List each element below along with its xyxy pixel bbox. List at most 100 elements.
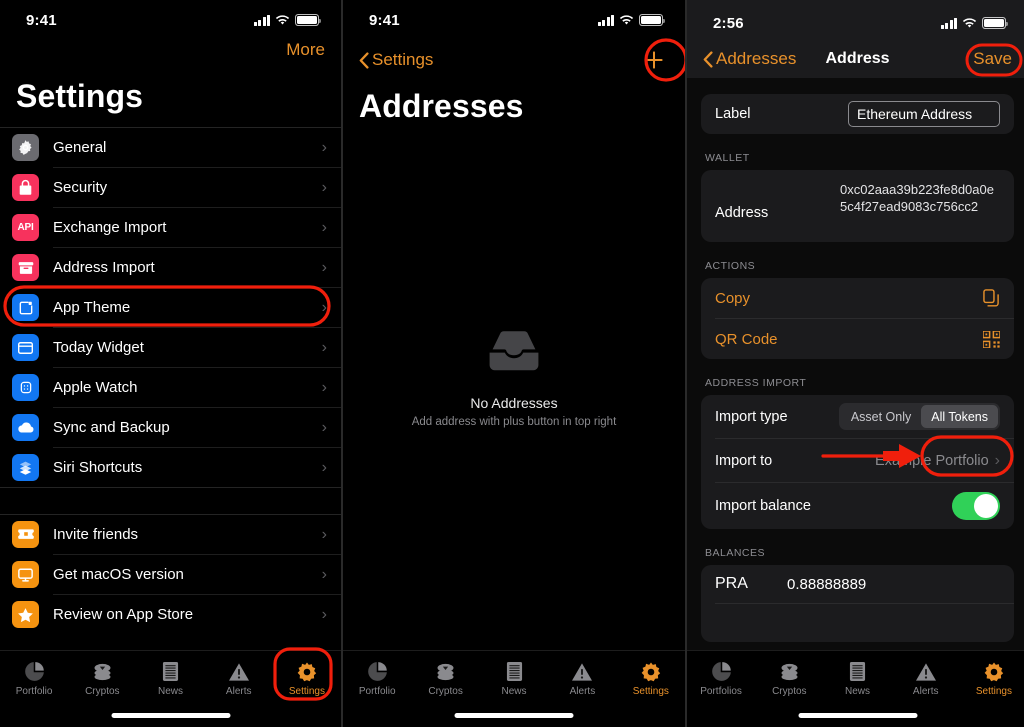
wifi-icon xyxy=(962,17,977,29)
ticket-icon xyxy=(12,521,39,548)
tab-portfolio[interactable]: Portfolio xyxy=(0,660,68,697)
sidebar-item-general[interactable]: General › xyxy=(0,128,341,167)
import-balance-row: Import balance xyxy=(701,483,1014,529)
sidebar-item-invite-friends[interactable]: Invite friends › xyxy=(0,515,341,554)
gear-icon xyxy=(12,134,39,161)
import-type-row: Import type Asset Only All Tokens xyxy=(701,395,1014,438)
tab-portfolios[interactable]: Portfolios xyxy=(687,660,755,697)
segment-asset-only[interactable]: Asset Only xyxy=(841,405,921,428)
import-balance-toggle[interactable] xyxy=(952,492,1000,520)
balances-section-header: BALANCES xyxy=(705,547,766,559)
warning-icon xyxy=(228,660,250,683)
add-address-button[interactable] xyxy=(641,47,667,73)
wallet-card: Address 0xc02aaa39b223fe8d0a0e5c4f27ead9… xyxy=(701,170,1014,242)
tab-settings[interactable]: Settings xyxy=(960,660,1024,697)
piechart-icon xyxy=(24,660,45,683)
desktop-icon xyxy=(12,561,39,588)
tray-icon xyxy=(487,330,541,377)
wifi-icon xyxy=(619,14,634,26)
copy-label: Copy xyxy=(715,289,751,307)
tab-news[interactable]: News xyxy=(480,660,548,697)
sidebar-item-address-import[interactable]: Address Import › xyxy=(0,248,341,287)
phone-screen-address-detail: 2:56 Addresses Address Save Label Ethere… xyxy=(687,0,1024,727)
group-gap xyxy=(0,488,341,514)
label-input[interactable]: Ethereum Address xyxy=(848,101,1000,127)
tab-label: Alerts xyxy=(569,686,596,697)
gear-icon xyxy=(983,660,1005,683)
qrcode-label: QR Code xyxy=(715,330,778,348)
more-button[interactable]: More xyxy=(286,40,325,60)
actions-card: Copy QR Code xyxy=(701,278,1014,359)
qrcode-action-row[interactable]: QR Code xyxy=(701,319,1014,359)
chevron-right-icon: › xyxy=(994,451,1000,469)
coins-icon xyxy=(779,660,800,683)
tab-cryptos[interactable]: Cryptos xyxy=(68,660,136,697)
save-button[interactable]: Save xyxy=(973,49,1012,69)
sidebar-item-siri-shortcuts[interactable]: Siri Shortcuts › xyxy=(0,448,341,487)
chevron-right-icon: › xyxy=(321,565,327,583)
sidebar-item-exchange-import[interactable]: API Exchange Import › xyxy=(0,208,341,247)
title-area: Addresses xyxy=(343,78,685,125)
sidebar-item-security[interactable]: Security › xyxy=(0,168,341,207)
chevron-right-icon: › xyxy=(321,178,327,196)
tab-bar: Portfolio Cryptos News Alerts Settings xyxy=(343,650,685,727)
balance-amount: 0.88888889 xyxy=(787,575,867,593)
home-indicator xyxy=(454,713,574,718)
tab-alerts[interactable]: Alerts xyxy=(205,660,273,697)
tab-label: Portfolios xyxy=(700,686,742,697)
sidebar-item-label: App Theme xyxy=(53,299,131,316)
piechart-icon xyxy=(367,660,388,683)
status-bar: 2:56 xyxy=(687,0,1024,40)
status-time: 9:41 xyxy=(369,11,400,29)
lock-icon xyxy=(12,174,39,201)
tab-settings[interactable]: Settings xyxy=(617,660,685,697)
copy-action-row[interactable]: Copy xyxy=(701,278,1014,318)
api-icon: API xyxy=(12,214,39,241)
tab-cryptos[interactable]: Cryptos xyxy=(411,660,479,697)
copy-icon xyxy=(983,289,1000,307)
import-type-segmented-control[interactable]: Asset Only All Tokens xyxy=(838,403,1000,430)
address-import-section-header: ADDRESS IMPORT xyxy=(705,377,807,389)
chevron-right-icon: › xyxy=(321,458,327,476)
sidebar-item-apple-watch[interactable]: Apple Watch › xyxy=(0,368,341,407)
back-button[interactable]: Addresses xyxy=(703,49,796,69)
address-row[interactable]: Address 0xc02aaa39b223fe8d0a0e5c4f27ead9… xyxy=(701,170,1014,242)
sidebar-item-review-on-app-store[interactable]: Review on App Store › xyxy=(0,595,341,634)
tab-portfolio[interactable]: Portfolio xyxy=(343,660,411,697)
cellular-signal-icon xyxy=(253,14,270,26)
sidebar-item-label: Sync and Backup xyxy=(53,419,170,436)
sidebar-item-today-widget[interactable]: Today Widget › xyxy=(0,328,341,367)
news-icon xyxy=(162,660,179,683)
sidebar-item-get-macos-version[interactable]: Get macOS version › xyxy=(0,555,341,594)
applewatch-icon xyxy=(12,374,39,401)
qrcode-icon xyxy=(983,330,1000,348)
star-icon xyxy=(12,601,39,628)
import-to-row[interactable]: Import to Example Portfolio › xyxy=(701,439,1014,482)
import-type-key: Import type xyxy=(715,408,788,425)
wallet-section-header: WALLET xyxy=(705,152,750,164)
tab-news[interactable]: News xyxy=(136,660,204,697)
page-title: Settings xyxy=(16,78,144,114)
tab-label: News xyxy=(845,686,871,697)
segment-all-tokens[interactable]: All Tokens xyxy=(921,405,998,428)
sidebar-item-sync-and-backup[interactable]: Sync and Backup › xyxy=(0,408,341,447)
status-indicators xyxy=(597,14,666,26)
tab-alerts[interactable]: Alerts xyxy=(892,660,960,697)
coins-icon xyxy=(435,660,456,683)
gear-icon xyxy=(640,660,662,683)
cellular-signal-icon xyxy=(940,17,957,29)
tab-settings[interactable]: Settings xyxy=(273,660,341,697)
sidebar-item-label: Siri Shortcuts xyxy=(53,459,143,476)
tab-bar: Portfolios Cryptos News Alerts Settings xyxy=(687,650,1024,727)
tab-cryptos[interactable]: Cryptos xyxy=(755,660,823,697)
nav-bar: Settings xyxy=(343,42,685,78)
back-button[interactable]: Settings xyxy=(359,50,433,70)
tab-alerts[interactable]: Alerts xyxy=(548,660,616,697)
chevron-right-icon: › xyxy=(321,138,327,156)
sidebar-item-app-theme[interactable]: App Theme › xyxy=(0,288,341,327)
tab-label: News xyxy=(158,686,184,697)
empty-state: No Addresses Add address with plus butto… xyxy=(343,330,685,428)
page-title: Address xyxy=(825,50,890,67)
tab-news[interactable]: News xyxy=(823,660,891,697)
settings-list: General › Security › API Exchange Import… xyxy=(0,127,341,634)
